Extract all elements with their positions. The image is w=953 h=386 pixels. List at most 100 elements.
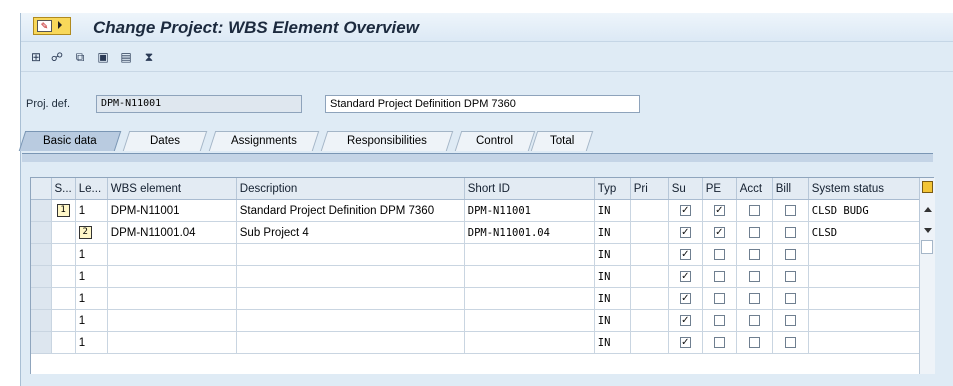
su-checkbox[interactable]: ✓: [679, 204, 691, 216]
system-menu-button[interactable]: ✎: [33, 17, 71, 35]
priority-cell[interactable]: [630, 199, 669, 222]
bill-checkbox[interactable]: [784, 292, 796, 304]
level-cell[interactable]: 2: [75, 221, 108, 244]
short-id-cell[interactable]: [464, 265, 595, 288]
table-row[interactable]: 2 DPM-N11001.04 Sub Project 4 DPM-N11001.04…: [31, 221, 923, 244]
scroll-up-icon[interactable]: [924, 207, 932, 212]
acct-checkbox-cell[interactable]: [736, 331, 773, 354]
su-checkbox[interactable]: ✓: [679, 226, 691, 238]
bill-checkbox-cell[interactable]: [772, 243, 809, 266]
description-cell[interactable]: [236, 243, 465, 266]
wbs-element-cell[interactable]: [107, 287, 237, 310]
type-cell[interactable]: IN: [594, 331, 631, 354]
filter-icon[interactable]: ⧗: [142, 50, 156, 64]
new-element-icon[interactable]: ⊞: [29, 50, 43, 64]
short-id-cell[interactable]: DPM-N11001.04: [464, 221, 595, 244]
column-header[interactable]: Bill: [772, 178, 809, 200]
su-checkbox[interactable]: ✓: [679, 292, 691, 304]
row-selector-header[interactable]: [31, 178, 52, 200]
type-cell[interactable]: IN: [594, 199, 631, 222]
level-cell[interactable]: 1: [75, 265, 108, 288]
tab-dates[interactable]: Dates: [122, 131, 208, 151]
type-cell[interactable]: IN: [594, 243, 631, 266]
column-header[interactable]: Short ID: [464, 178, 595, 200]
table-row[interactable]: 1 IN ✓: [31, 287, 923, 310]
scroll-down-icon[interactable]: [924, 228, 932, 233]
pe-checkbox-cell[interactable]: [702, 309, 737, 332]
pe-checkbox[interactable]: [713, 248, 725, 260]
su-checkbox-cell[interactable]: ✓: [668, 199, 703, 222]
acct-checkbox-cell[interactable]: [736, 287, 773, 310]
priority-cell[interactable]: [630, 331, 669, 354]
vertical-scrollbar[interactable]: [919, 178, 935, 374]
short-id-cell[interactable]: [464, 287, 595, 310]
bill-checkbox[interactable]: [784, 226, 796, 238]
row-selector[interactable]: [31, 199, 52, 222]
bill-checkbox[interactable]: [784, 270, 796, 282]
level-cell[interactable]: 1: [75, 243, 108, 266]
pe-checkbox[interactable]: [713, 314, 725, 326]
wbs-element-cell[interactable]: [107, 265, 237, 288]
priority-cell[interactable]: [630, 265, 669, 288]
wbs-element-cell[interactable]: [107, 309, 237, 332]
description-cell[interactable]: Standard Project Definition DPM 7360: [236, 199, 465, 222]
description-cell[interactable]: [236, 309, 465, 332]
bill-checkbox[interactable]: [784, 248, 796, 260]
su-checkbox[interactable]: ✓: [679, 336, 691, 348]
description-cell[interactable]: [236, 287, 465, 310]
acct-checkbox[interactable]: [748, 248, 760, 260]
level-cell[interactable]: 1: [75, 287, 108, 310]
su-checkbox[interactable]: ✓: [679, 270, 691, 282]
pe-checkbox-cell[interactable]: ✓: [702, 221, 737, 244]
tab-total[interactable]: Total: [530, 131, 594, 151]
layout-settings-icon[interactable]: [922, 181, 933, 193]
acct-checkbox[interactable]: [748, 204, 760, 216]
wbs-element-cell[interactable]: [107, 331, 237, 354]
column-header[interactable]: Typ: [594, 178, 631, 200]
pe-checkbox[interactable]: [713, 270, 725, 282]
bill-checkbox[interactable]: [784, 336, 796, 348]
description-cell[interactable]: Sub Project 4: [236, 221, 465, 244]
bill-checkbox-cell[interactable]: [772, 265, 809, 288]
acct-checkbox[interactable]: [748, 336, 760, 348]
pe-checkbox-cell[interactable]: [702, 331, 737, 354]
row-selector[interactable]: [31, 309, 52, 332]
bill-checkbox-cell[interactable]: [772, 309, 809, 332]
tab-assignments[interactable]: Assignments: [208, 131, 320, 151]
collapse-icon[interactable]: ▤: [119, 50, 133, 64]
level-cell[interactable]: 1: [75, 199, 108, 222]
acct-checkbox[interactable]: [748, 226, 760, 238]
row-selector[interactable]: [31, 221, 52, 244]
bill-checkbox[interactable]: [784, 204, 796, 216]
short-id-cell[interactable]: [464, 243, 595, 266]
description-cell[interactable]: [236, 331, 465, 354]
priority-cell[interactable]: [630, 221, 669, 244]
su-checkbox-cell[interactable]: ✓: [668, 221, 703, 244]
acct-checkbox-cell[interactable]: [736, 243, 773, 266]
column-header[interactable]: Acct: [736, 178, 773, 200]
bill-checkbox-cell[interactable]: [772, 199, 809, 222]
table-row[interactable]: 1 IN ✓: [31, 243, 923, 266]
pe-checkbox-cell[interactable]: ✓: [702, 199, 737, 222]
scroll-thumb[interactable]: [921, 240, 933, 254]
level-indicator-icon[interactable]: 1: [56, 204, 70, 217]
type-cell[interactable]: IN: [594, 287, 631, 310]
bill-checkbox-cell[interactable]: [772, 331, 809, 354]
wbs-element-cell[interactable]: DPM-N11001.04: [107, 221, 237, 244]
row-selector[interactable]: [31, 243, 52, 266]
priority-cell[interactable]: [630, 309, 669, 332]
pe-checkbox-cell[interactable]: [702, 243, 737, 266]
pe-checkbox-cell[interactable]: [702, 265, 737, 288]
type-cell[interactable]: IN: [594, 221, 631, 244]
level-cell[interactable]: 1: [75, 309, 108, 332]
row-selector[interactable]: [31, 287, 52, 310]
tab-control[interactable]: Control: [454, 131, 536, 151]
column-header[interactable]: WBS element: [107, 178, 237, 200]
acct-checkbox[interactable]: [748, 314, 760, 326]
su-checkbox-cell[interactable]: ✓: [668, 265, 703, 288]
short-id-cell[interactable]: DPM-N11001: [464, 199, 595, 222]
table-row[interactable]: 1 IN ✓: [31, 309, 923, 332]
su-checkbox-cell[interactable]: ✓: [668, 243, 703, 266]
level-indicator-icon[interactable]: 2: [78, 226, 92, 239]
su-checkbox-cell[interactable]: ✓: [668, 331, 703, 354]
